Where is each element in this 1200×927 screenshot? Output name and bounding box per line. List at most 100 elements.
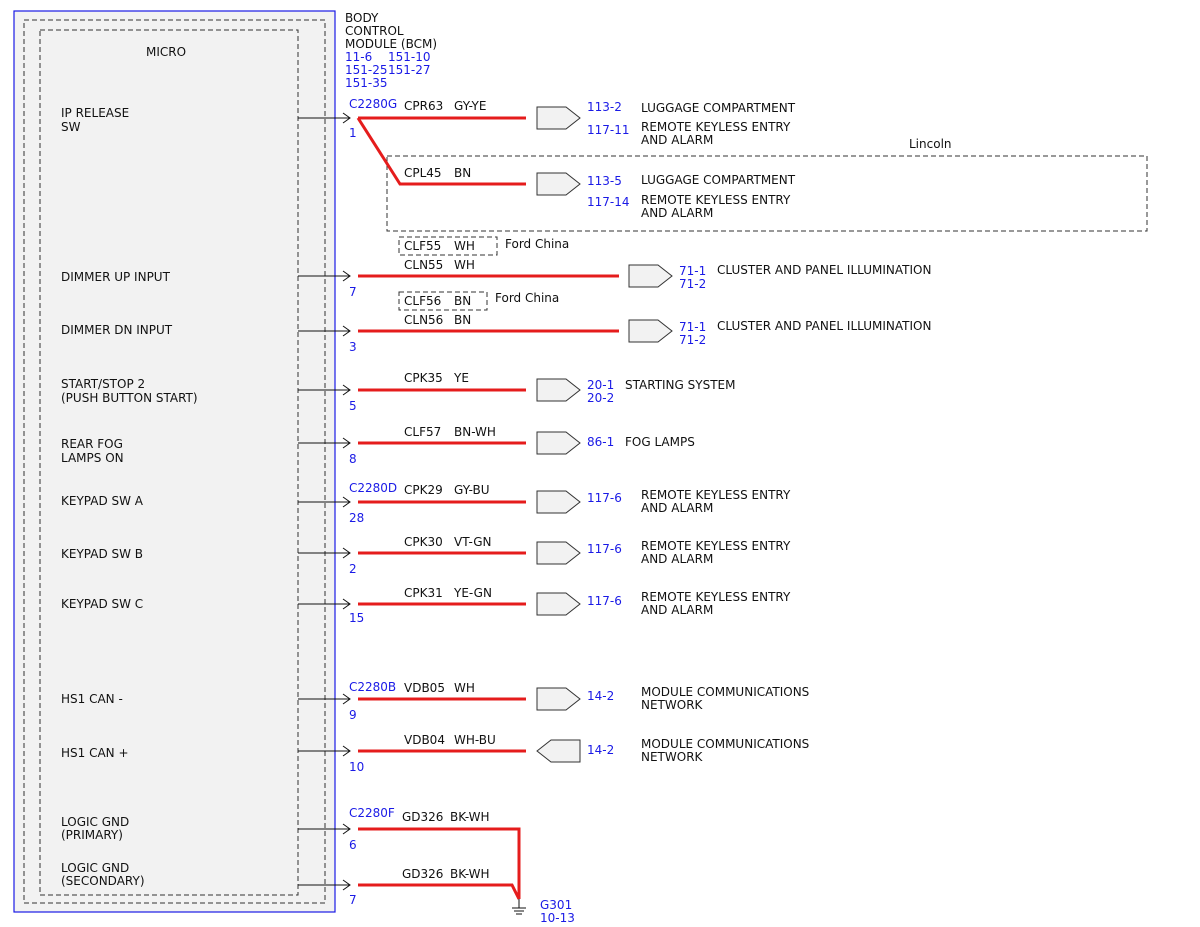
signal-label-ip-release-sw: SW [61, 120, 81, 134]
pin-number: 1 [349, 126, 357, 140]
dest-text: CLUSTER AND PANEL ILLUMINATION [717, 319, 931, 333]
pin-number: 7 [349, 893, 357, 907]
signal-label-keypad-sw-a: KEYPAD SW A [61, 494, 144, 508]
module-ref: 151-35 [345, 76, 388, 90]
signal-label-dimmer-up-input: DIMMER UP INPUT [61, 270, 171, 284]
pin-number: 28 [349, 511, 364, 525]
connector-flag-icon [536, 431, 581, 455]
dest-text: AND ALARM [641, 206, 713, 220]
connector-label: C2280D [349, 481, 397, 495]
wire-gd326-secondary [358, 883, 521, 900]
dest-ref: 71-2 [679, 333, 706, 347]
signal-label-hs1-can-minus: HS1 CAN - [61, 692, 123, 706]
circuit-color: BK-WH [450, 867, 490, 881]
dest-text: NETWORK [641, 698, 704, 712]
signal-label-logic-gnd-primary: (PRIMARY) [61, 828, 123, 842]
signal-label-hs1-can-plus: HS1 CAN + [61, 746, 129, 760]
wire-cpl45 [356, 117, 526, 186]
signal-label-ip-release-sw: IP RELEASE [61, 106, 129, 120]
variant-label: Lincoln [909, 137, 952, 151]
dest-ref: 117-6 [587, 542, 622, 556]
module-ref: 151-27 [388, 63, 431, 77]
connector-flag-icon [536, 687, 581, 711]
dest-ref: 20-1 [587, 378, 614, 392]
dest-ref: 113-5 [587, 174, 622, 188]
wires [356, 116, 619, 900]
wire-gd326-primary [358, 827, 521, 899]
circuit-code: CLN55 [404, 258, 443, 272]
circuit-color: BN-WH [454, 425, 496, 439]
circuit-code: CPL45 [404, 166, 442, 180]
pin-number: 7 [349, 285, 357, 299]
signal-label-logic-gnd-primary: LOGIC GND [61, 815, 129, 829]
signal-label-dimmer-dn-input: DIMMER DN INPUT [61, 323, 173, 337]
circuit-code: CPK31 [404, 586, 443, 600]
alt-circuit-color: BN [454, 294, 471, 308]
connector-flag-reverse-icon [536, 739, 581, 763]
dest-text: STARTING SYSTEM [625, 378, 735, 392]
signal-label-start-stop-2: START/STOP 2 [61, 377, 145, 391]
module-name-line-1: BODY [345, 11, 379, 25]
module-ref: 151-10 [388, 50, 431, 64]
pin-number: 8 [349, 452, 357, 466]
signal-label-rear-fog-lamps-on: LAMPS ON [61, 451, 124, 465]
dest-ref: 20-2 [587, 391, 614, 405]
alt-circuit-market: Ford China [495, 291, 559, 305]
connector-flag-icon [628, 319, 673, 343]
connector-label: C2280F [349, 806, 395, 820]
connector-label: C2280B [349, 680, 396, 694]
ground-icon [512, 899, 526, 915]
circuit-code: GD326 [402, 867, 443, 881]
pin-number: 15 [349, 611, 364, 625]
signal-label-rear-fog-lamps-on: REAR FOG [61, 437, 123, 451]
circuit-color: GY-YE [454, 99, 486, 113]
ground-ref: 10-13 [540, 911, 575, 925]
dest-ref: 71-1 [679, 264, 706, 278]
module-name-line-2: CONTROL [345, 24, 404, 38]
circuit-color: GY-BU [454, 483, 490, 497]
signal-label-logic-gnd-secondary: LOGIC GND [61, 861, 129, 875]
circuit-code: VDB04 [404, 733, 445, 747]
module-name-line-3: MODULE (BCM) [345, 37, 437, 51]
pin-number: 6 [349, 838, 357, 852]
circuit-code: CPK30 [404, 535, 443, 549]
circuit-color: YE-GN [453, 586, 492, 600]
pin-number: 9 [349, 708, 357, 722]
dest-text: REMOTE KEYLESS ENTRY [641, 120, 791, 134]
wiring-diagram: MICRO BODY CONTROL MODULE (BCM) 11-6 151… [13, 10, 1148, 925]
dest-ref: 117-6 [587, 594, 622, 608]
connector-flag-icon [536, 541, 581, 565]
connector-flag-icon [536, 172, 581, 196]
circuit-color: BK-WH [450, 810, 490, 824]
dest-ref: 14-2 [587, 689, 614, 703]
circuit-code: CPK29 [404, 483, 443, 497]
dest-ref: 113-2 [587, 100, 622, 114]
circuit-color: VT-GN [454, 535, 491, 549]
dest-ref: 117-14 [587, 195, 630, 209]
dest-ref: 71-2 [679, 277, 706, 291]
dest-text: REMOTE KEYLESS ENTRY [641, 539, 791, 553]
dest-text: REMOTE KEYLESS ENTRY [641, 488, 791, 502]
circuit-code: VDB05 [404, 681, 445, 695]
circuit-color: WH-BU [454, 733, 496, 747]
pin-number: 10 [349, 760, 364, 774]
signal-label-logic-gnd-secondary: (SECONDARY) [61, 874, 145, 888]
dest-ref: 71-1 [679, 320, 706, 334]
module-ref: 151-25 [345, 63, 388, 77]
signal-label-start-stop-2: (PUSH BUTTON START) [61, 391, 198, 405]
dest-text: MODULE COMMUNICATIONS [641, 737, 809, 751]
connector-flag-icon [536, 592, 581, 616]
dest-text: LUGGAGE COMPARTMENT [641, 173, 796, 187]
alt-circuit-code: CLF56 [404, 294, 441, 308]
connector-flag-icon [536, 378, 581, 402]
circuit-color: WH [454, 681, 475, 695]
alt-circuit-market: Ford China [505, 237, 569, 251]
dest-text: AND ALARM [641, 501, 713, 515]
circuit-code: CLF57 [404, 425, 441, 439]
dest-text: FOG LAMPS [625, 435, 695, 449]
circuit-color: YE [453, 371, 469, 385]
circuit-color: BN [454, 313, 471, 327]
micro-label: MICRO [146, 45, 186, 59]
pin-number: 2 [349, 562, 357, 576]
circuit-code: CPR63 [404, 99, 443, 113]
